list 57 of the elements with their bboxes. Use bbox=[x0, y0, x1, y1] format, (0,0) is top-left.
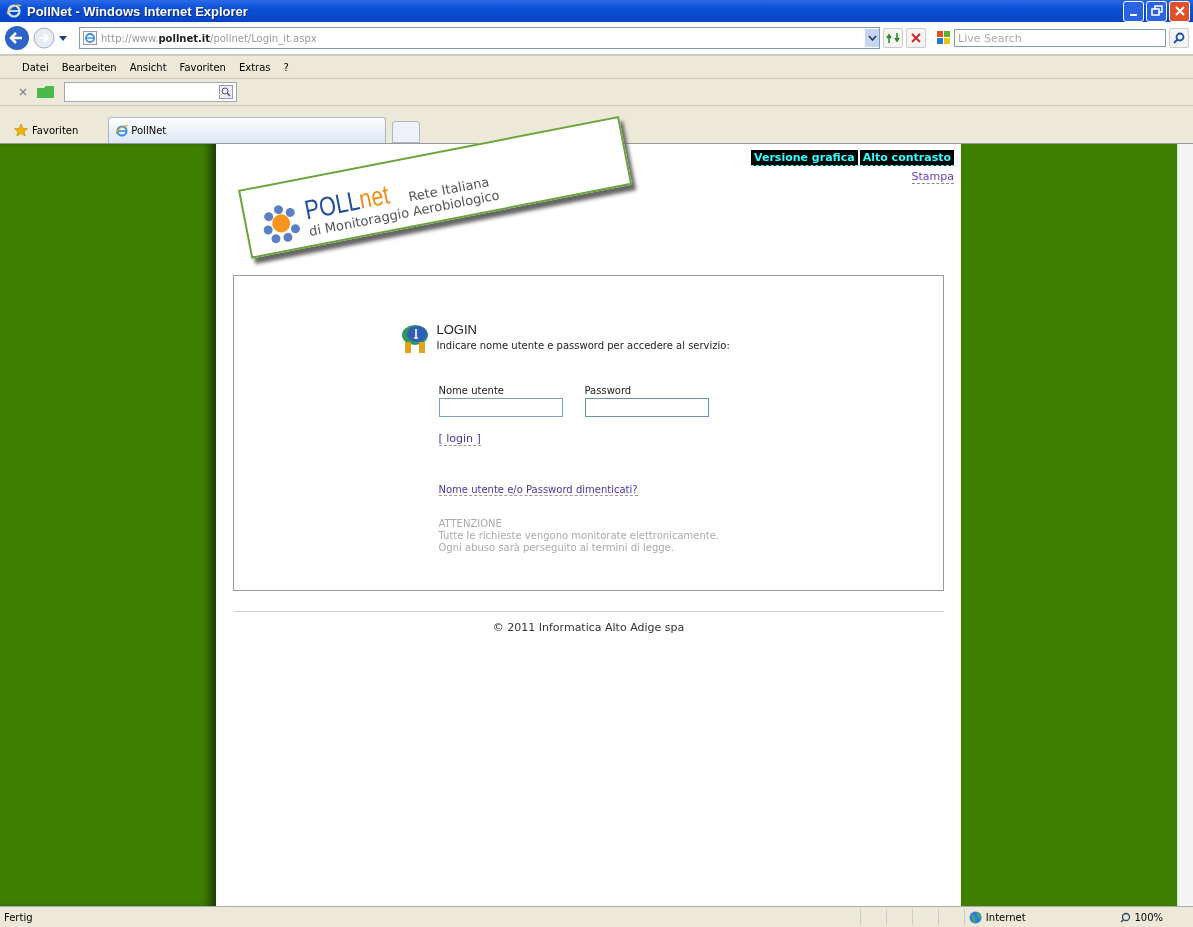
view-mode-link[interactable]: Alto contrasto bbox=[859, 150, 954, 166]
stop-button[interactable] bbox=[906, 28, 926, 48]
menu-item[interactable]: Datei bbox=[22, 61, 49, 73]
magnifier-icon[interactable] bbox=[219, 85, 233, 99]
search-field[interactable]: Live Search bbox=[954, 29, 1166, 47]
notice-text: Ogni abuso sarà perseguito ai termini di legge. bbox=[438, 542, 675, 554]
user-key-icon bbox=[400, 322, 431, 354]
close-toolbar-icon[interactable] bbox=[18, 87, 28, 97]
restore-icon bbox=[1150, 5, 1163, 17]
login-title: LOGIN bbox=[436, 322, 478, 337]
menu-item[interactable]: Extras bbox=[238, 61, 271, 73]
toolbar-search-field[interactable] bbox=[64, 82, 237, 102]
status-text: Fertig bbox=[3, 911, 34, 923]
url-text: http://www.pollnet.it/pollnet/Login_it.aspx bbox=[101, 32, 318, 44]
globe-icon bbox=[968, 910, 982, 924]
windows-flag-icon bbox=[937, 31, 951, 45]
print-link[interactable]: Stampa bbox=[911, 170, 954, 184]
star-icon bbox=[14, 123, 28, 137]
page-icon bbox=[83, 31, 97, 45]
search-button[interactable] bbox=[1169, 28, 1189, 48]
browser-logo-icon bbox=[6, 3, 22, 19]
field-label: Nome utente bbox=[438, 385, 505, 396]
back-icon[interactable] bbox=[4, 25, 30, 51]
restore-button[interactable] bbox=[1146, 0, 1167, 22]
zoom-level[interactable]: 100% bbox=[1120, 911, 1193, 923]
dropdown-caret-icon[interactable] bbox=[58, 33, 68, 43]
copyright-text: © 2011 Informatica Alto Adige spa bbox=[492, 621, 685, 634]
security-zone: Internet bbox=[963, 909, 1121, 925]
refresh-icon bbox=[886, 32, 900, 44]
menu-item[interactable]: ? bbox=[283, 61, 289, 73]
menu-item[interactable]: Bearbeiten bbox=[61, 61, 117, 73]
browser-tab[interactable]: PollNet bbox=[108, 117, 387, 143]
login-instructions: Indicare nome utente e password per accedere al servizio: bbox=[436, 340, 730, 351]
password-field[interactable] bbox=[584, 398, 709, 417]
address-field[interactable]: http://www.pollnet.it/pollnet/Login_it.aspx bbox=[79, 27, 880, 49]
stop-icon bbox=[910, 32, 922, 44]
minimize-icon bbox=[1130, 14, 1137, 16]
forgot-credentials-link[interactable]: Nome utente e/o Password dimenticati? bbox=[438, 484, 638, 496]
magnifier-icon bbox=[1120, 911, 1132, 923]
login-link[interactable]: [ login ] bbox=[438, 432, 481, 446]
page-icon bbox=[115, 123, 130, 138]
minimize-button[interactable] bbox=[1123, 0, 1144, 22]
notice-title: ATTENZIONE bbox=[438, 518, 503, 530]
folder-icon bbox=[36, 84, 56, 100]
view-mode-link[interactable]: Versione grafica bbox=[751, 150, 858, 166]
refresh-button[interactable] bbox=[883, 28, 903, 48]
close-button[interactable] bbox=[1169, 0, 1190, 22]
username-field[interactable] bbox=[438, 398, 563, 417]
search-icon bbox=[1173, 32, 1185, 44]
menu-item[interactable]: Ansicht bbox=[129, 61, 167, 73]
notice-text: Tutte le richieste vengono monitorate elettronicamente. bbox=[438, 530, 720, 542]
dropdown-icon[interactable] bbox=[865, 29, 879, 47]
close-icon bbox=[1173, 5, 1186, 17]
menu-item[interactable]: Favoriten bbox=[179, 61, 226, 73]
field-label: Password bbox=[584, 385, 633, 396]
favorites-button[interactable]: Favoriten bbox=[8, 117, 85, 143]
window-title: PollNet - Windows Internet Explorer bbox=[27, 3, 249, 19]
